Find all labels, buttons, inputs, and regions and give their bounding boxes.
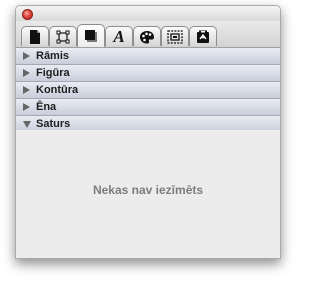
section-label: Kontūra	[36, 84, 79, 96]
disclosure-triangle-collapsed-icon[interactable]	[22, 86, 31, 94]
graphic-icon	[84, 29, 98, 43]
tab-palette[interactable]	[133, 26, 161, 46]
disclosure-triangle-collapsed-icon[interactable]	[22, 103, 31, 111]
section-label: Rāmis	[36, 50, 70, 62]
section-label: Saturs	[36, 118, 71, 130]
title-bar[interactable]	[16, 6, 280, 21]
section-shape[interactable]: Figūra	[16, 65, 280, 82]
section-frame[interactable]: Rāmis	[16, 48, 280, 65]
palette-icon	[139, 30, 155, 44]
inspector-window: A Rāmis Figūra Kontūra Ēna Saturs Nekas …	[15, 5, 281, 259]
close-button[interactable]	[22, 9, 33, 20]
document-icon	[29, 29, 41, 44]
content-area: Nekas nav iezīmēts	[16, 130, 280, 258]
hyperlink-icon	[196, 30, 210, 44]
metrics-icon	[167, 29, 183, 44]
tab-hyperlink[interactable]	[189, 26, 217, 46]
inspector-tab-bar: A	[16, 21, 280, 48]
section-stroke[interactable]: Kontūra	[16, 82, 280, 99]
disclosure-triangle-collapsed-icon[interactable]	[22, 69, 31, 77]
section-label: Figūra	[36, 67, 70, 79]
empty-selection-message: Nekas nav iezīmēts	[92, 183, 204, 197]
tab-graphic[interactable]	[77, 24, 105, 47]
disclosure-triangle-collapsed-icon[interactable]	[22, 52, 31, 60]
tab-arrange[interactable]	[49, 26, 77, 46]
disclosure-triangle-expanded-icon[interactable]	[22, 120, 31, 128]
section-shadow[interactable]: Ēna	[16, 99, 280, 116]
tab-document[interactable]	[21, 26, 49, 46]
tab-metrics[interactable]	[161, 26, 189, 46]
arrange-icon	[56, 30, 70, 44]
inspector-sections: Rāmis Figūra Kontūra Ēna Saturs	[16, 48, 280, 133]
section-label: Ēna	[36, 101, 57, 113]
tab-text[interactable]: A	[105, 26, 133, 46]
text-icon: A	[113, 27, 125, 46]
